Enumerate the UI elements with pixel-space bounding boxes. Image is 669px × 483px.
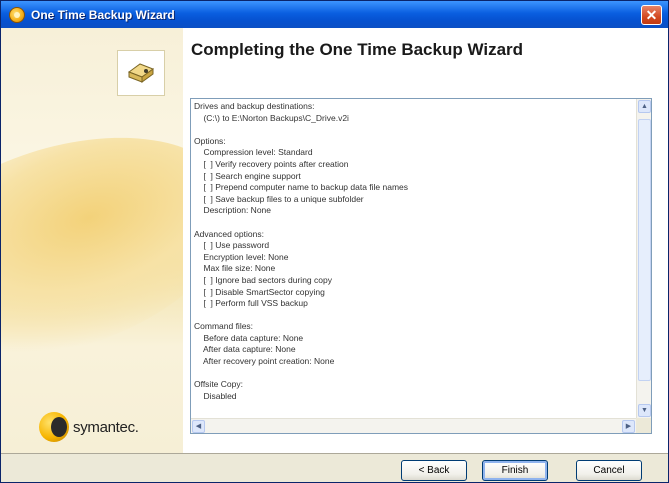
summary-line: [ ] Disable SmartSector copying [194, 286, 325, 297]
summary-line: Command files: [194, 321, 254, 332]
summary-line: Max file size: None [194, 263, 276, 274]
window-title: One Time Backup Wizard [31, 7, 175, 22]
summary-line: [ ] Search engine support [194, 170, 301, 181]
symantec-logo-text: symantec. [73, 418, 139, 436]
finish-button[interactable]: Finish [482, 460, 548, 481]
summary-line: [ ] Perform full VSS backup [194, 298, 308, 309]
summary-line: Encryption level: None [194, 251, 289, 262]
title-bar[interactable]: One Time Backup Wizard ✕ [1, 1, 668, 28]
close-button[interactable]: ✕ [641, 5, 662, 25]
summary-textbox[interactable]: Drives and backup destinations: (C:\) to… [190, 98, 652, 434]
vertical-scroll-thumb[interactable] [638, 119, 651, 381]
scroll-right-icon[interactable]: ▶ [622, 420, 635, 433]
summary-line [194, 217, 634, 229]
wizard-window: One Time Backup Wizard ✕ symantec. Compl… [0, 0, 669, 483]
vertical-scrollbar[interactable]: ▲ ▼ [636, 99, 651, 419]
wizard-sidebar: symantec. [1, 28, 183, 453]
summary-line: Offsite Copy: [194, 379, 243, 390]
summary-line: [ ] Save backup files to a unique subfol… [194, 193, 364, 204]
summary-line: (C:\) to E:\Norton Backups\C_Drive.v2i [194, 112, 349, 123]
summary-line [194, 368, 634, 380]
button-bar: < Back Finish Cancel [1, 453, 668, 482]
wizard-icon [117, 50, 165, 96]
summary-line: [ ] Prepend computer name to backup data… [194, 182, 409, 193]
scroll-down-icon[interactable]: ▼ [638, 404, 651, 417]
summary-line: After data capture: None [194, 344, 296, 355]
symantec-logo: symantec. [39, 412, 139, 442]
back-button[interactable]: < Back [401, 460, 467, 481]
summary-line: Disabled [194, 390, 237, 401]
summary-line: Compression level: Standard [194, 147, 313, 158]
horizontal-scrollbar[interactable]: ◀ ▶ [191, 418, 638, 433]
summary-line: Advanced options: [194, 228, 264, 239]
summary-line: Before data capture: None [194, 332, 304, 343]
summary-text: Drives and backup destinations: (C:\) to… [194, 101, 634, 402]
scrollbar-corner [636, 418, 651, 433]
scroll-left-icon[interactable]: ◀ [192, 420, 205, 433]
summary-line: [ ] Use password [194, 240, 270, 251]
scroll-up-icon[interactable]: ▲ [638, 100, 651, 113]
summary-line: After recovery point creation: None [194, 356, 335, 367]
summary-line: [ ] Ignore bad sectors during copy [194, 274, 332, 285]
sidebar-swoosh-decoration [1, 97, 183, 399]
summary-line: Drives and backup destinations: [194, 101, 315, 111]
summary-line: Options: [194, 135, 226, 146]
wizard-content: Completing the One Time Backup Wizard Dr… [183, 28, 668, 453]
summary-line: [ ] Verify recovery points after creatio… [194, 158, 349, 169]
summary-line: Description: None [194, 205, 272, 216]
symantec-logo-mark [39, 412, 69, 442]
backup-drive-icon [127, 63, 155, 83]
summary-line [194, 310, 634, 322]
summary-line [194, 124, 634, 136]
cancel-button[interactable]: Cancel [576, 460, 642, 481]
app-icon [9, 6, 25, 23]
page-title: Completing the One Time Backup Wizard [191, 40, 524, 59]
